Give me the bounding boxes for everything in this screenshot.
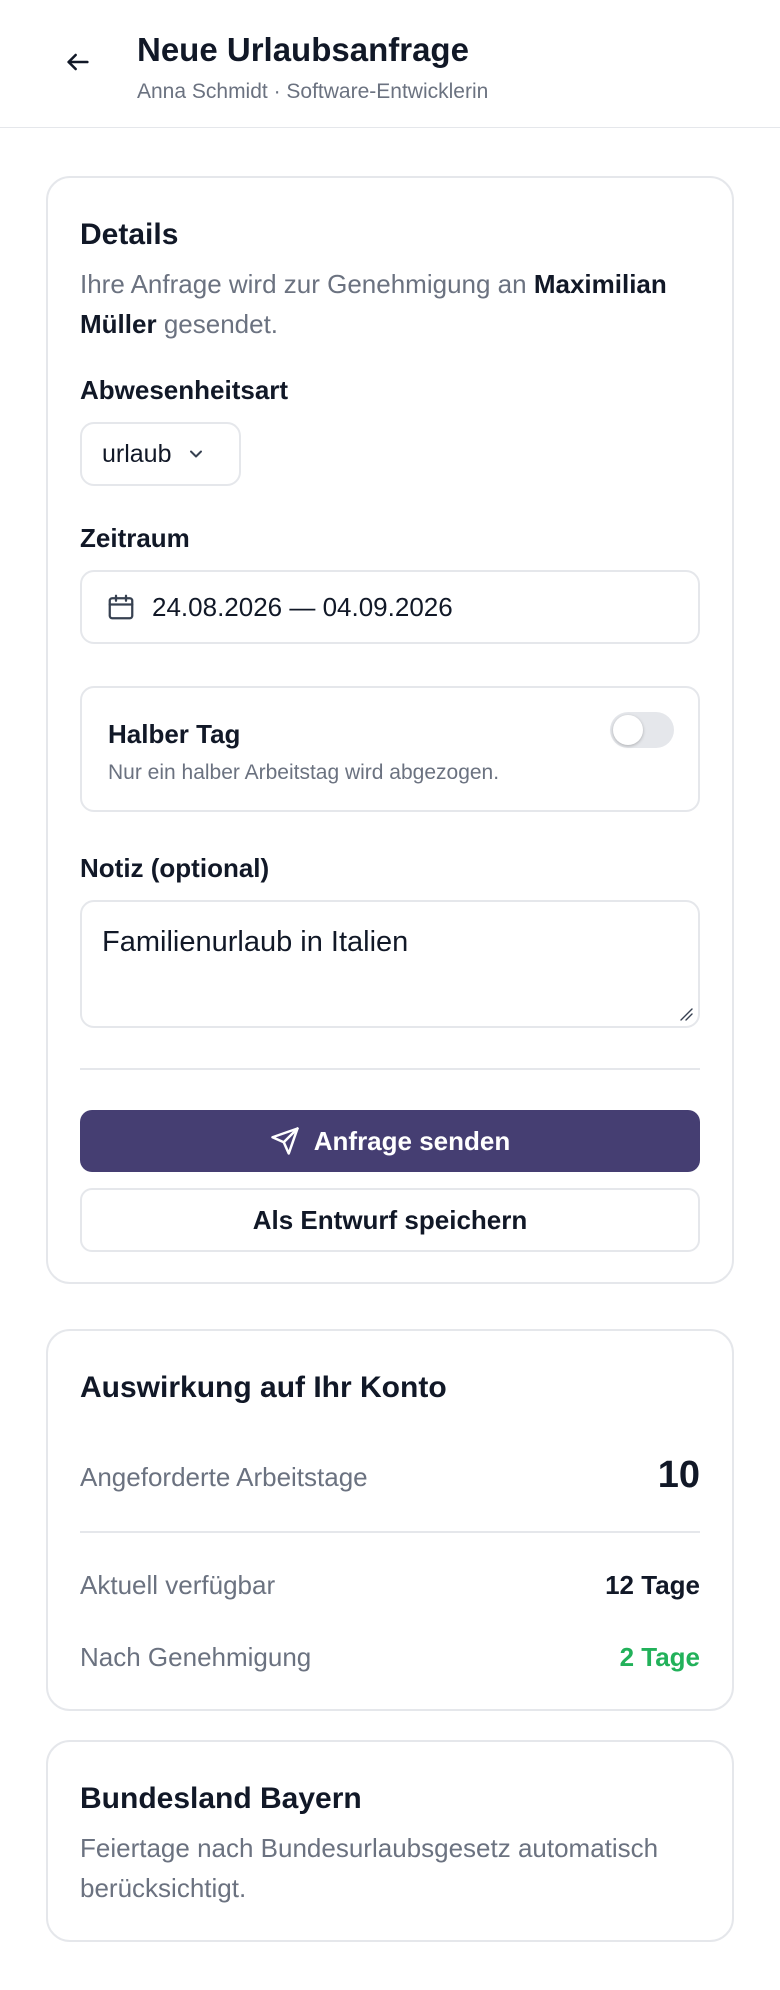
draft-label: Als Entwurf speichern xyxy=(252,1204,528,1235)
absence-type-label: Abwesenheitsart xyxy=(80,375,289,405)
half-day-description: Nur ein halber Arbeitstag wird abgezogen… xyxy=(108,761,500,784)
region-description: Feiertage nach Bundesurlaubsgesetz autom… xyxy=(80,1833,659,1903)
region-card: Bundesland Bayern Feiertage nach Bundesu… xyxy=(46,1740,734,1942)
date-range-value: 24.08.2026 — 04.09.2026 xyxy=(152,591,453,622)
save-draft-button[interactable]: Als Entwurf speichern xyxy=(80,1188,700,1252)
section-divider xyxy=(80,1068,700,1070)
half-day-title: Halber Tag xyxy=(108,719,241,749)
impact-title: Auswirkung auf Ihr Konto xyxy=(80,1371,447,1404)
date-range-field[interactable]: 24.08.2026 — 04.09.2026 xyxy=(80,570,700,644)
half-day-option: Halber Tag Nur ein halber Arbeitstag wir… xyxy=(80,686,700,812)
note-textarea[interactable]: Familienurlaub in Italien xyxy=(80,900,700,1028)
note-value: Familienurlaub in Italien xyxy=(102,926,409,958)
page-title: Neue Urlaubsanfrage xyxy=(137,31,469,68)
send-icon xyxy=(271,1127,299,1155)
page-header: Neue Urlaubsanfrage Anna Schmidt · Softw… xyxy=(0,0,780,128)
account-impact-card: Auswirkung auf Ihr Konto Angeforderte Ar… xyxy=(46,1329,734,1711)
details-card: Details Ihre Anfrage wird zur Genehmigun… xyxy=(46,176,734,1284)
requested-days-label: Angeforderte Arbeitstage xyxy=(80,1462,368,1492)
chevron-down-icon xyxy=(189,450,202,458)
calendar-icon xyxy=(108,594,134,620)
toggle-knob xyxy=(613,715,643,745)
impact-divider xyxy=(80,1531,700,1533)
resize-grip-icon[interactable] xyxy=(678,1006,694,1022)
note-label: Notiz (optional) xyxy=(80,853,270,883)
submit-label: Anfrage senden xyxy=(313,1125,511,1156)
half-day-toggle[interactable] xyxy=(610,712,674,748)
intro-suffix: gesendet. xyxy=(163,309,279,339)
available-label: Aktuell verfügbar xyxy=(80,1570,276,1600)
arrow-left-icon xyxy=(67,53,89,71)
after-approval-value: 2 Tage xyxy=(619,1642,700,1672)
absence-type-value: urlaub xyxy=(102,439,172,468)
submit-request-button[interactable]: Anfrage senden xyxy=(80,1110,700,1172)
region-title: Bundesland Bayern xyxy=(80,1782,362,1815)
details-intro: Ihre Anfrage wird zur Genehmigung an Max… xyxy=(80,264,700,344)
absence-type-select[interactable]: urlaub xyxy=(80,422,241,486)
details-title: Details xyxy=(80,218,179,251)
after-approval-label: Nach Genehmigung xyxy=(80,1642,312,1672)
page-subtitle: Anna Schmidt · Software-Entwicklerin xyxy=(137,80,489,103)
available-value: 12 Tage xyxy=(605,1570,700,1600)
period-label: Zeitraum xyxy=(80,523,190,553)
requested-days-value: 10 xyxy=(657,1454,700,1496)
intro-prefix: Ihre Anfrage wird zur Genehmigung an xyxy=(80,269,527,299)
back-button[interactable] xyxy=(60,44,96,80)
